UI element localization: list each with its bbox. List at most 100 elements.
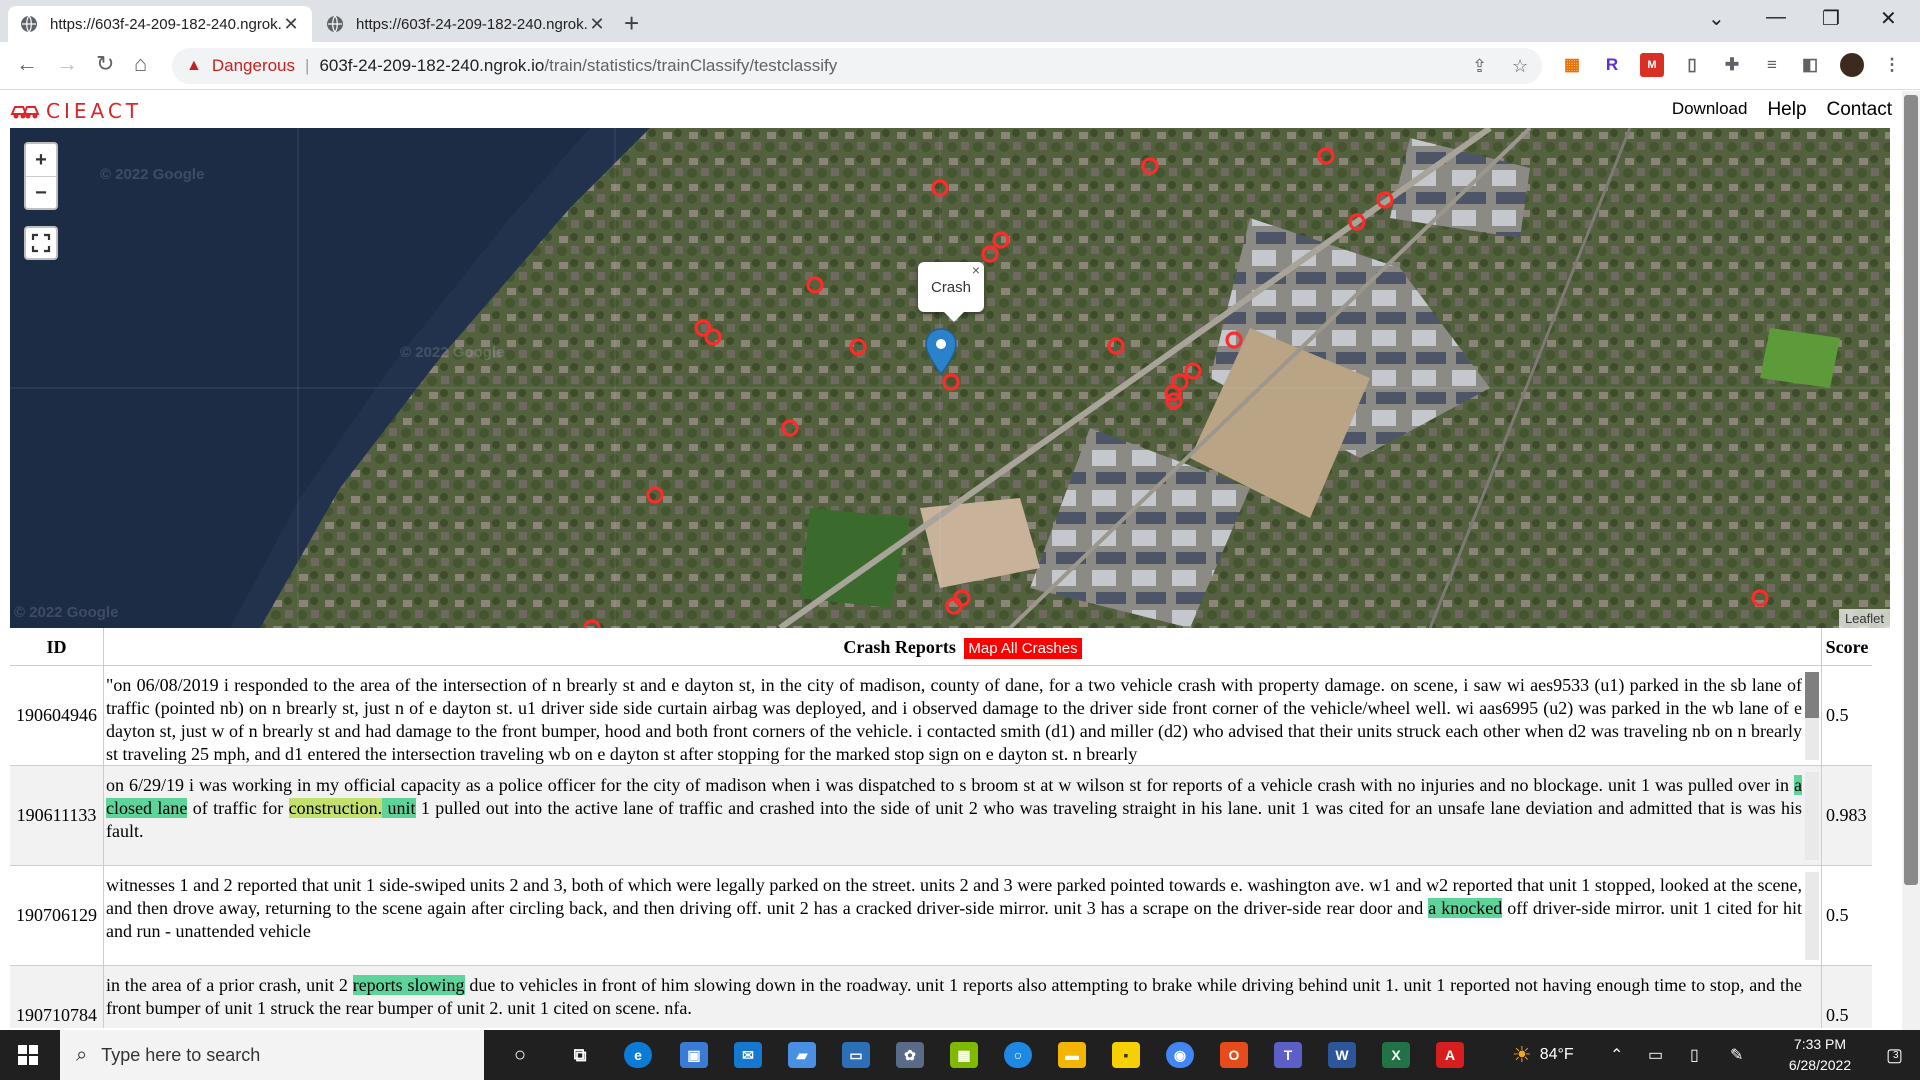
weather-widget[interactable]: ☀ 84°F bbox=[1512, 1030, 1574, 1080]
sticky-notes-icon[interactable]: ▪ bbox=[1112, 1042, 1140, 1068]
crash-marker[interactable] bbox=[992, 231, 1010, 249]
nav-download-link[interactable]: Download bbox=[1672, 99, 1748, 121]
taskbar-search[interactable]: ⌕ Type here to search bbox=[60, 1030, 484, 1080]
cell-scrollbar[interactable] bbox=[1805, 772, 1819, 860]
extensions-puzzle-icon[interactable]: ✚ bbox=[1720, 53, 1744, 77]
file-explorer-icon[interactable]: ▬ bbox=[1058, 1042, 1086, 1068]
table-row[interactable]: 190611133 on 6/29/19 i was working in my … bbox=[10, 766, 1872, 866]
nav-contact-link[interactable]: Contact bbox=[1827, 99, 1892, 121]
crash-marker[interactable] bbox=[849, 338, 867, 356]
share-icon[interactable]: ⇪ bbox=[1472, 48, 1487, 84]
browser-tab-2[interactable]: https://603f-24-209-182-240.ngrok.io/tra… bbox=[314, 6, 618, 42]
browser-tab-1[interactable]: https://603f-24-209-182-240.ngrok.io/tra… bbox=[8, 6, 312, 42]
table-row[interactable]: 190710784 in the area of a prior crash, u… bbox=[10, 966, 1872, 1028]
crash-marker[interactable] bbox=[806, 276, 824, 294]
crash-marker[interactable] bbox=[704, 328, 722, 346]
acrobat-icon[interactable]: A bbox=[1436, 1042, 1464, 1068]
chrome-icon[interactable]: ◉ bbox=[1166, 1042, 1194, 1068]
crash-marker[interactable] bbox=[781, 419, 799, 437]
fullscreen-button[interactable] bbox=[24, 226, 58, 260]
app-logo[interactable]: CIEACT bbox=[10, 99, 142, 123]
map-all-crashes-button[interactable]: Map All Crashes bbox=[964, 638, 1082, 659]
crash-marker[interactable] bbox=[646, 486, 664, 504]
crash-marker[interactable] bbox=[1107, 337, 1125, 355]
security-status[interactable]: Dangerous bbox=[212, 56, 295, 76]
crash-marker[interactable] bbox=[583, 619, 601, 628]
page-scrollbar-thumb[interactable] bbox=[1904, 95, 1918, 885]
nav-help-link[interactable]: Help bbox=[1767, 99, 1806, 121]
reload-icon[interactable]: ↻ bbox=[96, 51, 114, 77]
tab-search-chevron-icon[interactable]: ⌄ bbox=[1708, 6, 1725, 31]
crash-marker[interactable] bbox=[1225, 331, 1243, 349]
crash-marker[interactable] bbox=[1184, 362, 1202, 380]
app-icon[interactable]: ▦ bbox=[950, 1042, 978, 1068]
store-icon[interactable]: ▣ bbox=[680, 1042, 708, 1068]
cell-scrollbar-thumb[interactable] bbox=[1805, 672, 1819, 718]
report-id[interactable]: 190710784 bbox=[10, 966, 104, 1028]
zoom-in-button[interactable]: + bbox=[26, 144, 56, 176]
report-id[interactable]: 190611133 bbox=[10, 766, 104, 865]
mail-icon[interactable]: ✉ bbox=[734, 1042, 762, 1068]
location-pin-icon[interactable] bbox=[924, 328, 958, 376]
close-tab-icon[interactable]: ✕ bbox=[588, 14, 606, 35]
report-text-cell[interactable]: in the area of a prior crash, unit 2 rep… bbox=[104, 966, 1822, 1028]
reading-list-icon[interactable]: ≡ bbox=[1760, 53, 1784, 77]
map-attribution[interactable]: Leaflet bbox=[1838, 609, 1890, 628]
close-tab-icon[interactable]: ✕ bbox=[282, 14, 300, 35]
task-view-icon[interactable]: ⧉ bbox=[566, 1042, 594, 1068]
table-row[interactable]: 190604946 "on 06/08/2019 i responded to t… bbox=[10, 666, 1872, 766]
battery-icon[interactable]: ▯ bbox=[1690, 1030, 1699, 1080]
notifications-icon[interactable]: ▢ 3 bbox=[1886, 1030, 1903, 1080]
extension-r-icon[interactable]: R bbox=[1600, 53, 1624, 77]
app-icon[interactable]: ○ bbox=[1004, 1042, 1032, 1068]
side-panel-icon[interactable]: ◧ bbox=[1798, 53, 1822, 77]
pen-icon[interactable]: ✎ bbox=[1730, 1030, 1743, 1080]
crash-marker[interactable] bbox=[1317, 147, 1335, 165]
crash-map[interactable]: © 2022 Google © 2022 Google © 2022 Googl… bbox=[10, 128, 1890, 628]
bookmark-star-icon[interactable]: ☆ bbox=[1512, 48, 1528, 84]
extension-doc-icon[interactable]: ▯ bbox=[1680, 53, 1704, 77]
taskbar-clock[interactable]: 7:33 PM 6/28/2022 bbox=[1760, 1034, 1880, 1076]
report-id[interactable]: 190706129 bbox=[10, 866, 104, 965]
back-arrow-icon[interactable]: ← bbox=[16, 51, 38, 77]
minimize-button[interactable]: — bbox=[1766, 6, 1786, 29]
crash-marker[interactable] bbox=[1141, 157, 1159, 175]
close-window-button[interactable]: ✕ bbox=[1880, 6, 1897, 31]
cell-scrollbar[interactable] bbox=[1805, 872, 1819, 960]
network-icon[interactable]: ▭ bbox=[1648, 1030, 1663, 1080]
crash-marker[interactable] bbox=[1751, 589, 1769, 607]
forward-arrow-icon[interactable]: → bbox=[56, 51, 78, 77]
show-hidden-icons-chevron[interactable]: ⌃ bbox=[1610, 1030, 1623, 1080]
excel-icon[interactable]: X bbox=[1382, 1042, 1410, 1068]
home-icon[interactable]: ⌂ bbox=[134, 51, 147, 77]
new-tab-button[interactable]: + bbox=[624, 8, 639, 39]
table-row[interactable]: 190706129 witnesses 1 and 2 reported that… bbox=[10, 866, 1872, 966]
report-text-cell[interactable]: "on 06/08/2019 i responded to the area o… bbox=[104, 666, 1822, 765]
windows-start-icon[interactable] bbox=[18, 1045, 38, 1065]
edge-icon[interactable]: e bbox=[624, 1042, 652, 1068]
browser-menu-icon[interactable]: ⋮ bbox=[1880, 53, 1904, 77]
teams-icon[interactable]: T bbox=[1274, 1042, 1302, 1068]
profile-avatar[interactable] bbox=[1840, 53, 1864, 77]
extension-mail-icon[interactable]: M bbox=[1640, 53, 1664, 77]
report-text-cell[interactable]: witnesses 1 and 2 reported that unit 1 s… bbox=[104, 866, 1822, 965]
crash-marker[interactable] bbox=[1348, 213, 1366, 231]
crash-marker[interactable] bbox=[931, 179, 949, 197]
app-icon[interactable]: ✿ bbox=[896, 1042, 924, 1068]
extension-grid-icon[interactable]: ▦ bbox=[1560, 53, 1584, 77]
report-id[interactable]: 190604946 bbox=[10, 666, 104, 765]
crash-marker[interactable] bbox=[942, 373, 960, 391]
office-icon[interactable]: O bbox=[1220, 1042, 1248, 1068]
popup-close-icon[interactable]: × bbox=[972, 244, 980, 296]
crash-marker[interactable] bbox=[1376, 191, 1394, 209]
crash-marker[interactable] bbox=[981, 245, 999, 263]
word-icon[interactable]: W bbox=[1328, 1042, 1356, 1068]
cortana-icon[interactable]: ○ bbox=[506, 1042, 534, 1068]
zoom-out-button[interactable]: − bbox=[26, 176, 56, 208]
maximize-button[interactable]: ❐ bbox=[1822, 6, 1840, 31]
address-bar[interactable]: ▲ Dangerous | 603f-24-209-182-240.ngrok.… bbox=[172, 48, 1542, 84]
narrative-text: on 6/29/19 i was working in my official … bbox=[106, 775, 1794, 795]
app-icon[interactable]: ▭ bbox=[842, 1042, 870, 1068]
app-icon[interactable]: ▰ bbox=[788, 1042, 816, 1068]
report-text-cell[interactable]: on 6/29/19 i was working in my official … bbox=[104, 766, 1822, 865]
